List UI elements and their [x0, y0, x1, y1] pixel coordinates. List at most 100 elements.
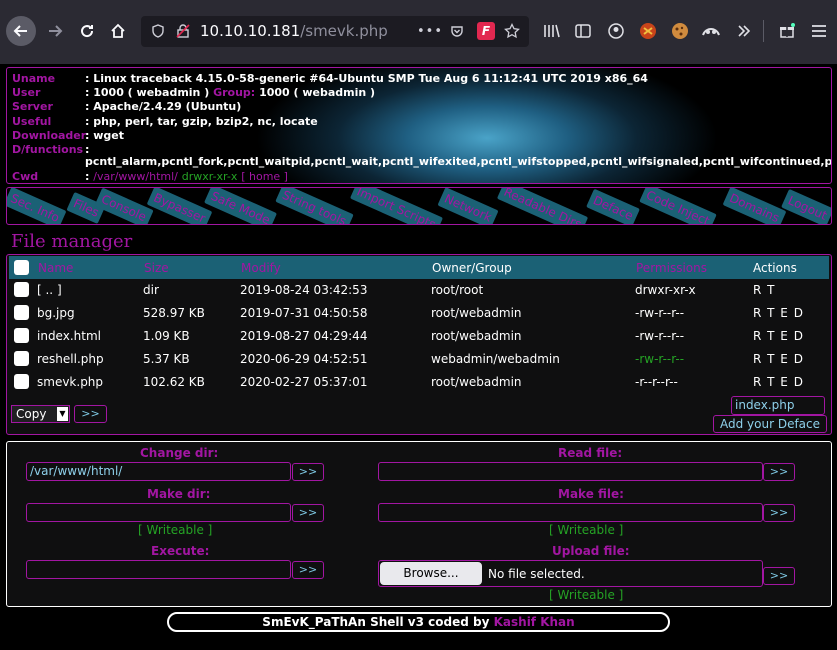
back-button[interactable]: [6, 16, 36, 46]
file-permissions[interactable]: drwxr-xr-x: [635, 283, 696, 297]
add-deface-button[interactable]: Add your Deface: [713, 415, 827, 433]
upload-go-button[interactable]: >>: [763, 567, 795, 585]
forward-button[interactable]: [40, 16, 70, 46]
row-checkbox[interactable]: [14, 282, 29, 297]
file-permissions[interactable]: -rw-r--r--: [635, 329, 684, 343]
file-name-link[interactable]: reshell.php: [37, 352, 104, 366]
make-file-go-button[interactable]: >>: [763, 504, 795, 522]
row-checkbox[interactable]: [14, 374, 29, 389]
user-value: : 1000 ( webadmin ): [85, 86, 210, 99]
make-dir-writeable-status: [ Writeable ]: [138, 523, 213, 537]
info-key: Cwd: [12, 170, 39, 183]
make-dir-input[interactable]: [26, 503, 291, 522]
change-dir-input[interactable]: /var/www/html/: [26, 462, 291, 481]
header-permissions[interactable]: Permissions: [636, 261, 707, 275]
menu-tab-network[interactable]: Network: [437, 188, 499, 224]
chevron-down-icon[interactable]: ▼: [57, 407, 68, 421]
url-text[interactable]: 10.10.10.181/smevk.php: [200, 22, 388, 40]
file-modified: 2020-06-29 04:52:51: [240, 352, 368, 366]
file-name-link[interactable]: index.html: [37, 329, 101, 343]
insecure-lock-icon[interactable]: [174, 22, 192, 40]
system-info-panel: Uname : Linux traceback 4.15.0-58-generi…: [6, 67, 832, 184]
home-link[interactable]: [ home ]: [241, 170, 288, 183]
execute-input[interactable]: [26, 560, 291, 579]
url-bar[interactable]: 10.10.10.181/smevk.php ••• F: [141, 16, 529, 47]
menu-tab-import-scripts[interactable]: Import Scripts: [349, 188, 443, 224]
shield-icon[interactable]: [149, 22, 167, 40]
menu-tab-domains[interactable]: Domains: [722, 188, 787, 224]
make-file-input[interactable]: [378, 503, 763, 522]
action-go-button[interactable]: >>: [74, 405, 107, 423]
menu-tab-logout[interactable]: Logout: [781, 188, 831, 224]
cwd-colon: :: [85, 170, 90, 183]
file-actions[interactable]: R T E D: [753, 306, 804, 320]
file-actions[interactable]: R T E D: [753, 352, 804, 366]
arrow-left-icon: [13, 25, 27, 37]
header-size[interactable]: Size: [144, 261, 169, 275]
pocket-icon[interactable]: [448, 22, 466, 40]
make-file-label: Make file:: [558, 487, 624, 501]
file-actions[interactable]: R T: [753, 283, 775, 297]
browse-button[interactable]: Browse...: [380, 562, 482, 585]
home-icon: [111, 23, 125, 38]
upload-writeable-status: [ Writeable ]: [549, 588, 624, 602]
menu-tab-console[interactable]: Console: [94, 188, 154, 224]
select-all-checkbox[interactable]: [14, 260, 29, 275]
read-file-input[interactable]: [378, 462, 763, 481]
info-key: Uname: [12, 72, 56, 85]
no-file-selected-text: No file selected.: [488, 567, 585, 581]
row-checkbox[interactable]: [14, 351, 29, 366]
menu-tab-string-tools[interactable]: String tools: [275, 188, 354, 224]
deface-filename-input[interactable]: index.php: [731, 396, 825, 415]
file-actions[interactable]: R T E D: [753, 375, 804, 389]
upload-file-field[interactable]: Browse... No file selected.: [378, 560, 763, 587]
file-permissions[interactable]: -rw-r--r--: [635, 352, 684, 366]
info-value: : php, perl, tar, gzip, bzip2, nc, locat…: [85, 115, 318, 128]
info-key: D/functions: [12, 143, 84, 156]
file-manager-panel: Name Size Modify Owner/Group Permissions…: [6, 254, 832, 435]
file-name-link[interactable]: smevk.php: [37, 375, 103, 389]
foxyproxy-icon[interactable]: F: [477, 22, 495, 40]
menu-tab-readable-dirs[interactable]: Readable Dirs: [496, 188, 589, 224]
read-file-go-button[interactable]: >>: [763, 463, 795, 481]
account-icon[interactable]: [605, 20, 627, 42]
file-owner: webadmin/webadmin: [431, 352, 560, 366]
home-button[interactable]: [103, 16, 133, 46]
overflow-chevrons-icon[interactable]: [733, 20, 755, 42]
cwd-path-link[interactable]: /var/www/html/: [93, 170, 178, 183]
hackbar-extension-icon[interactable]: [637, 20, 659, 42]
page-actions-icon[interactable]: •••: [417, 22, 442, 40]
change-dir-go-button[interactable]: >>: [292, 463, 324, 481]
cookie-editor-icon[interactable]: [669, 20, 691, 42]
author-link[interactable]: Kashif Khan: [494, 615, 575, 629]
header-modify[interactable]: Modify: [241, 261, 281, 275]
library-icon[interactable]: [541, 20, 563, 42]
file-name-link[interactable]: bg.jpg: [37, 306, 75, 320]
menu-tab-deface[interactable]: Deface: [586, 188, 641, 224]
reload-button[interactable]: [72, 16, 102, 46]
file-actions[interactable]: R T E D: [753, 329, 804, 343]
file-size: 1.09 KB: [143, 329, 190, 343]
extensions-gift-icon[interactable]: [776, 20, 798, 42]
row-checkbox[interactable]: [14, 305, 29, 320]
file-size: 5.37 KB: [143, 352, 190, 366]
file-permissions[interactable]: -r--r--r--: [635, 375, 678, 389]
action-select[interactable]: Copy ▼: [11, 405, 70, 423]
execute-go-button[interactable]: >>: [292, 561, 324, 579]
file-permissions[interactable]: -rw-r--r--: [635, 306, 684, 320]
row-checkbox[interactable]: [14, 328, 29, 343]
file-table-header: Name Size Modify Owner/Group Permissions…: [9, 256, 829, 279]
bookmark-star-icon[interactable]: [503, 22, 521, 40]
make-dir-go-button[interactable]: >>: [292, 504, 324, 522]
menu-hamburger-icon[interactable]: [808, 20, 830, 42]
file-name-link[interactable]: [ .. ]: [37, 283, 62, 297]
make-dir-label: Make dir:: [147, 487, 211, 501]
sidebar-icon[interactable]: [572, 20, 594, 42]
menu-tab-code-inject[interactable]: Code Inject: [639, 188, 717, 224]
menu-tab-safe-mode[interactable]: Safe Mode: [204, 188, 278, 224]
menu-tab-bypasser[interactable]: Bypasser: [146, 188, 213, 224]
menu-tab-sec-info[interactable]: Sec. Info: [7, 188, 67, 224]
make-file-writeable-status: [ Writeable ]: [549, 523, 624, 537]
header-name[interactable]: Name: [38, 261, 73, 275]
user-agent-switcher-icon[interactable]: [700, 20, 722, 42]
